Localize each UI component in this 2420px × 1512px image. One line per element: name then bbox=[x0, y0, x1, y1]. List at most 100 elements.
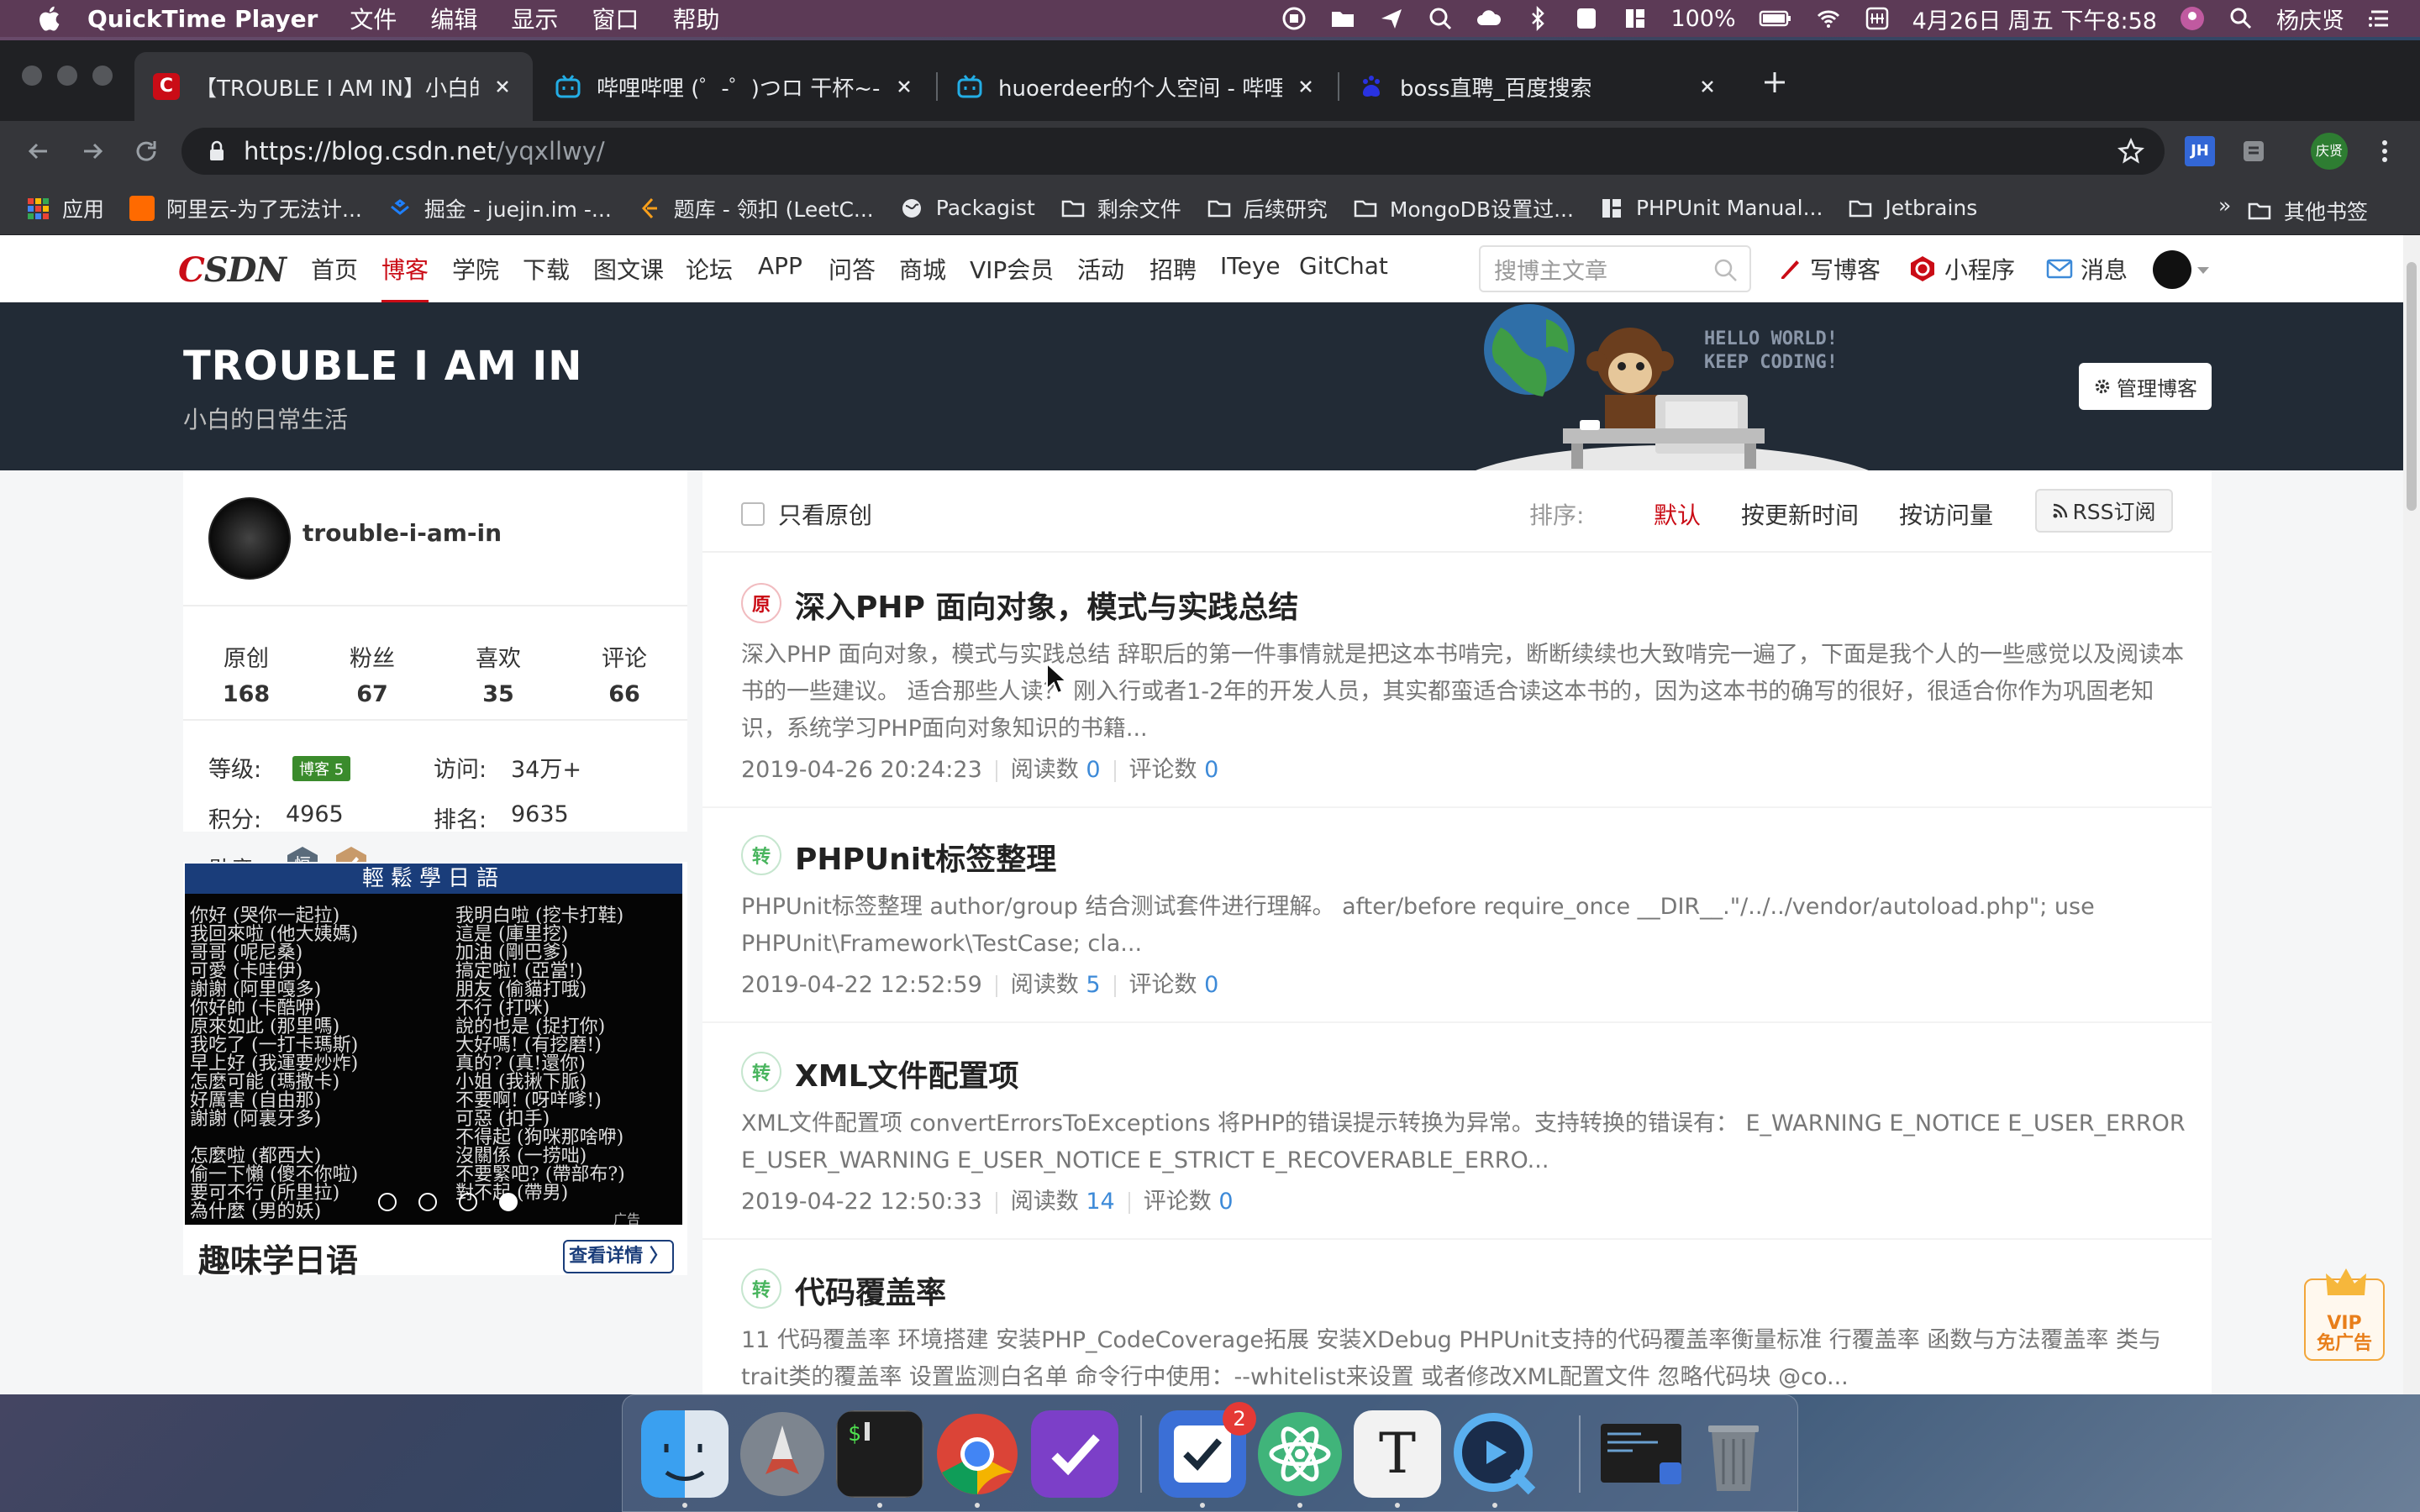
mini-program-button[interactable]: 小程序 bbox=[1907, 252, 2015, 286]
user-avatar[interactable] bbox=[2153, 250, 2191, 289]
bookmark-leetcode[interactable]: 题库 - 领扣 (LeetC... bbox=[637, 193, 874, 223]
bookmark-aliyun[interactable]: 阿里云-为了无法计... bbox=[129, 193, 362, 223]
menu-file[interactable]: 文件 bbox=[350, 2, 397, 35]
article-item[interactable]: 转 XML文件配置项 XML文件配置项 convertErrorsToExcep… bbox=[702, 1023, 2212, 1240]
input-method-icon[interactable] bbox=[1864, 5, 1891, 32]
manage-blog-button[interactable]: 管理博客 bbox=[2079, 363, 2212, 410]
bookmark-folder-remaining[interactable]: 剩余文件 bbox=[1060, 193, 1181, 223]
blog-title[interactable]: TROUBLE I AM IN bbox=[183, 343, 582, 390]
only-original-label[interactable]: 只看原创 bbox=[778, 497, 872, 531]
window-minimize-button[interactable] bbox=[57, 66, 77, 86]
blogger-avatar[interactable] bbox=[208, 497, 291, 580]
wifi-icon[interactable] bbox=[1815, 5, 1842, 32]
article-summary[interactable]: PHPUnit标签整理 author/group 结合测试套件进行理解。 aft… bbox=[741, 889, 2186, 963]
level-badge[interactable]: 博客 5 bbox=[292, 756, 351, 781]
close-icon[interactable] bbox=[892, 75, 916, 98]
article-title[interactable]: 代码覆盖率 bbox=[795, 1268, 946, 1312]
lock-icon[interactable] bbox=[205, 139, 229, 163]
only-original-checkbox[interactable] bbox=[741, 502, 765, 526]
nav-qa[interactable]: 问答 bbox=[829, 252, 876, 286]
nav-mall[interactable]: 商城 bbox=[899, 252, 946, 286]
cloud-icon[interactable] bbox=[1476, 5, 1502, 32]
bookmark-apps[interactable]: 应用 bbox=[25, 193, 104, 223]
finder-icon[interactable] bbox=[641, 1410, 729, 1498]
stat-fans[interactable]: 粉丝 67 bbox=[309, 606, 435, 719]
nav-app[interactable]: APP bbox=[758, 252, 802, 280]
article-item[interactable]: 转 代码覆盖率 11 代码覆盖率 环境搭建 安装PHP_CodeCoverage… bbox=[702, 1240, 2212, 1394]
tab-baidu-search[interactable]: boss直聘_百度搜索 bbox=[1339, 52, 1738, 121]
stat-likes[interactable]: 喜欢 35 bbox=[435, 606, 561, 719]
nav-home[interactable]: 首页 bbox=[311, 252, 358, 286]
write-blog-button[interactable]: 写博客 bbox=[1776, 252, 1881, 286]
nav-vip[interactable]: VIP会员 bbox=[970, 252, 1054, 286]
stat-original[interactable]: 原创 168 bbox=[183, 606, 309, 719]
nav-forum[interactable]: 论坛 bbox=[686, 252, 733, 286]
sort-by-visits[interactable]: 按访问量 bbox=[1899, 497, 1993, 531]
omnifocus-icon[interactable] bbox=[1031, 1410, 1118, 1498]
forward-icon[interactable] bbox=[77, 136, 108, 166]
apple-icon[interactable] bbox=[35, 3, 66, 34]
bookmarks-overflow-button[interactable]: » bbox=[2218, 193, 2231, 218]
article-item[interactable]: 原 深入PHP 面向对象，模式与实践总结 深入PHP 面向对象，模式与实践总结 … bbox=[702, 554, 2212, 808]
menu-help[interactable]: 帮助 bbox=[672, 2, 719, 35]
bluetooth-icon[interactable] bbox=[1524, 5, 1551, 32]
grid-icon[interactable] bbox=[1622, 5, 1649, 32]
launchpad-icon[interactable] bbox=[739, 1410, 826, 1498]
new-tab-icon[interactable] bbox=[1760, 67, 1790, 97]
sort-default[interactable]: 默认 bbox=[1654, 497, 1701, 531]
carousel-dot[interactable] bbox=[378, 1193, 397, 1211]
page-scrollbar[interactable] bbox=[2403, 235, 2420, 1394]
bookmark-folder-jetbrains[interactable]: Jetbrains bbox=[1848, 196, 1977, 221]
nav-gitchat[interactable]: GitChat bbox=[1299, 252, 1388, 280]
bookmark-folder-research[interactable]: 后续研究 bbox=[1207, 193, 1328, 223]
carousel-dot[interactable] bbox=[418, 1193, 437, 1211]
bookmark-folder-mongodb[interactable]: MongoDB设置过... bbox=[1353, 193, 1574, 223]
bookmark-phpunit[interactable]: PHPUnit Manual... bbox=[1599, 196, 1823, 221]
ad-details-button[interactable]: 查看详情 〉 bbox=[563, 1240, 674, 1273]
spotlight-icon[interactable] bbox=[2228, 5, 2254, 32]
ad-image[interactable]: 輕鬆學日語 你好 (哭你一起拉) 我回來啦 (他大姨媽) 哥哥 (呢尼桑) 可愛 (卡… bbox=[185, 864, 682, 1225]
article-title[interactable]: XML文件配置项 bbox=[795, 1052, 1019, 1095]
battery-icon[interactable] bbox=[1758, 5, 1793, 32]
scrollbar-thumb[interactable] bbox=[2407, 262, 2417, 511]
close-icon[interactable] bbox=[1294, 75, 1318, 98]
window-zoom-button[interactable] bbox=[92, 66, 113, 86]
trash-icon[interactable] bbox=[1690, 1410, 1777, 1498]
send-icon[interactable] bbox=[1378, 5, 1405, 32]
close-icon[interactable] bbox=[1696, 75, 1719, 98]
record-icon[interactable] bbox=[1281, 5, 1307, 32]
reload-icon[interactable] bbox=[131, 136, 161, 166]
blog-search-input[interactable]: 搜博主文章 bbox=[1479, 245, 1751, 292]
nav-academy[interactable]: 学院 bbox=[452, 252, 499, 286]
tab-bilibili-space[interactable]: huoerdeer的个人空间 - 哔哩哔哩 bbox=[938, 52, 1336, 121]
carousel-dot-active[interactable] bbox=[499, 1193, 518, 1211]
sort-by-update-time[interactable]: 按更新时间 bbox=[1741, 497, 1859, 531]
more-menu-icon[interactable] bbox=[2370, 136, 2400, 166]
messages-button[interactable]: 消息 bbox=[2045, 252, 2128, 286]
terminal-icon[interactable]: $ bbox=[836, 1410, 923, 1498]
nav-blog[interactable]: 博客 bbox=[381, 252, 429, 303]
minimized-window-icon[interactable] bbox=[1597, 1410, 1685, 1498]
notification-center-icon[interactable] bbox=[2366, 5, 2393, 32]
stat-comments[interactable]: 评论 66 bbox=[561, 606, 687, 719]
tab-bilibili[interactable]: 哔哩哔哩 (゜-゜)つロ 干杯~-bili bbox=[536, 52, 934, 121]
bookmark-juejin[interactable]: 掘金 - juejin.im -... bbox=[387, 193, 612, 223]
extension-icon[interactable] bbox=[2238, 136, 2269, 166]
script-icon[interactable] bbox=[1573, 5, 1600, 32]
menubar-username[interactable]: 杨庆贤 bbox=[2276, 3, 2344, 35]
nav-download[interactable]: 下载 bbox=[523, 252, 570, 286]
article-title[interactable]: 深入PHP 面向对象，模式与实践总结 bbox=[795, 583, 1298, 627]
menubar-clock[interactable]: 4月26日 周五 下午8:58 bbox=[1912, 3, 2157, 35]
folder-icon[interactable] bbox=[1329, 5, 1356, 32]
nav-iteye[interactable]: ITeye bbox=[1220, 252, 1281, 280]
article-summary[interactable]: XML文件配置项 convertErrorsToExceptions 将PHP的… bbox=[741, 1105, 2186, 1179]
comment-count[interactable]: 0 bbox=[1204, 972, 1218, 998]
carousel-dot[interactable] bbox=[459, 1193, 477, 1211]
back-icon[interactable] bbox=[24, 136, 54, 166]
typora-icon[interactable]: T bbox=[1354, 1410, 1441, 1498]
atom-icon[interactable] bbox=[1256, 1410, 1344, 1498]
advertisement[interactable]: 輕鬆學日語 你好 (哭你一起拉) 我回來啦 (他大姨媽) 哥哥 (呢尼桑) 可愛 (卡… bbox=[183, 862, 687, 1279]
vip-remove-ads-button[interactable]: VIP 免广告 bbox=[2304, 1268, 2385, 1361]
search-icon[interactable] bbox=[1712, 257, 1739, 284]
menu-window[interactable]: 窗口 bbox=[592, 2, 639, 35]
